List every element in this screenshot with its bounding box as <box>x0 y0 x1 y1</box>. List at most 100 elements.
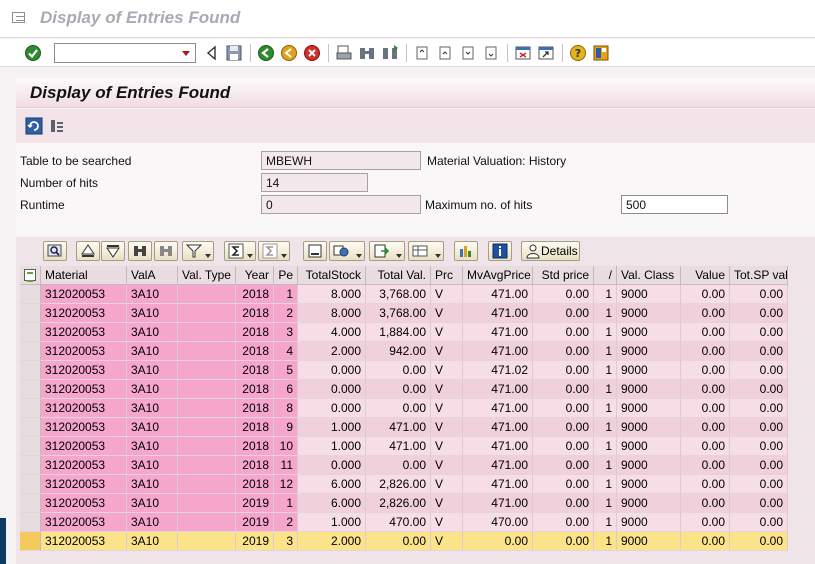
first-page-icon[interactable] <box>413 44 431 62</box>
sort-descending-button[interactable] <box>101 241 125 261</box>
column-header[interactable]: Tot.SP val <box>730 266 788 285</box>
table-cell: 1 <box>274 494 298 513</box>
graphic-button[interactable] <box>454 241 478 261</box>
filter-button[interactable] <box>182 241 214 261</box>
row-selector[interactable] <box>20 285 41 304</box>
table-cell: 471.00 <box>463 342 533 361</box>
filter-dropdown-icon[interactable] <box>205 254 211 258</box>
column-header[interactable]: Prc <box>431 266 463 285</box>
column-header[interactable]: Pe <box>274 266 298 285</box>
export-dropdown-icon[interactable] <box>396 254 402 258</box>
column-header[interactable]: Val. Type <box>178 266 236 285</box>
cancel-icon[interactable] <box>303 44 321 62</box>
table-cell: 0.00 <box>730 342 788 361</box>
person-icon <box>526 244 540 259</box>
enter-icon[interactable] <box>24 44 42 62</box>
settings-icon[interactable] <box>48 117 66 135</box>
find-next-button[interactable] <box>154 241 178 261</box>
previous-page-icon[interactable] <box>436 44 454 62</box>
column-header[interactable]: TotalStock <box>298 266 366 285</box>
row-selector[interactable] <box>20 342 41 361</box>
table-description: Material Valuation: History <box>427 154 567 168</box>
command-field[interactable] <box>54 43 196 63</box>
row-selector[interactable] <box>20 475 41 494</box>
column-header[interactable]: Total Val. <box>366 266 431 285</box>
table-cell <box>178 475 236 494</box>
details-button[interactable]: Details <box>521 241 580 261</box>
table-cell: 0.00 <box>533 323 594 342</box>
back-icon[interactable] <box>257 44 275 62</box>
page-title: Display of Entries Found <box>30 83 231 102</box>
total-dropdown-icon[interactable] <box>247 254 253 258</box>
layout-dropdown-icon[interactable] <box>435 254 441 258</box>
table-cell: 9000 <box>617 513 681 532</box>
column-header[interactable]: Year <box>236 266 274 285</box>
exit-icon[interactable] <box>280 44 298 62</box>
table-cell: 1 <box>274 285 298 304</box>
next-page-icon[interactable] <box>459 44 477 62</box>
refresh-icon[interactable] <box>25 117 43 135</box>
new-session-icon[interactable] <box>514 44 532 62</box>
column-header[interactable]: MvAvgPrice <box>463 266 533 285</box>
info-icon <box>492 243 508 259</box>
window-menu-icon[interactable] <box>12 12 25 23</box>
table-cell: 3 <box>274 323 298 342</box>
export-button[interactable] <box>369 241 405 261</box>
find-icon[interactable] <box>358 44 376 62</box>
subtotal-button[interactable] <box>258 241 290 261</box>
select-all-corner[interactable] <box>20 266 41 285</box>
row-selector[interactable] <box>20 399 41 418</box>
subtotal-dropdown-icon[interactable] <box>281 254 287 258</box>
command-dropdown-icon[interactable] <box>182 51 190 56</box>
table-cell: 0.00 <box>533 285 594 304</box>
last-page-icon[interactable] <box>482 44 500 62</box>
total-button[interactable] <box>224 241 256 261</box>
collapse-left-icon[interactable] <box>203 44 221 62</box>
row-selector[interactable] <box>20 304 41 323</box>
layout-button[interactable] <box>408 241 444 261</box>
row-selector[interactable] <box>20 361 41 380</box>
views-button[interactable] <box>329 241 365 261</box>
find-button[interactable] <box>128 241 152 261</box>
table-cell: 6.000 <box>298 475 366 494</box>
table-cell <box>178 456 236 475</box>
table-cell: V <box>431 437 463 456</box>
row-selector[interactable] <box>20 532 41 551</box>
row-selector[interactable] <box>20 494 41 513</box>
detail-view-button[interactable] <box>43 241 67 261</box>
save-icon[interactable] <box>225 44 243 62</box>
table-cell: 1 <box>594 475 617 494</box>
layout-menu-icon[interactable] <box>592 44 610 62</box>
info-button[interactable] <box>488 241 512 261</box>
table-cell: 3A10 <box>127 380 178 399</box>
find-next-icon[interactable] <box>381 44 399 62</box>
sort-descending-icon <box>106 245 120 258</box>
row-selector[interactable] <box>20 323 41 342</box>
table-cell: 8.000 <box>298 285 366 304</box>
column-header[interactable]: Std price <box>533 266 594 285</box>
max-hits-input[interactable]: 500 <box>621 195 728 214</box>
alv-toolbar: Details <box>16 237 815 265</box>
views-dropdown-icon[interactable] <box>356 254 362 258</box>
row-selector[interactable] <box>20 513 41 532</box>
print-icon[interactable] <box>335 44 353 62</box>
column-header[interactable]: Value <box>681 266 730 285</box>
print-preview-button[interactable] <box>303 241 327 261</box>
table-cell: 312020053 <box>41 285 127 304</box>
column-header[interactable]: ValA <box>127 266 178 285</box>
column-header[interactable]: Val. Class <box>617 266 681 285</box>
help-icon[interactable]: ? <box>569 44 587 62</box>
sort-ascending-button[interactable] <box>76 241 100 261</box>
row-selector[interactable] <box>20 380 41 399</box>
column-header[interactable]: Material <box>41 266 127 285</box>
table-cell: 3,768.00 <box>366 285 431 304</box>
row-selector[interactable] <box>20 456 41 475</box>
row-selector[interactable] <box>20 437 41 456</box>
command-input[interactable] <box>55 44 173 62</box>
table-cell: 312020053 <box>41 456 127 475</box>
row-selector[interactable] <box>20 418 41 437</box>
table-cell <box>178 323 236 342</box>
table-cell: 0.00 <box>533 513 594 532</box>
column-header[interactable]: / <box>594 266 617 285</box>
shortcut-icon[interactable] <box>537 44 555 62</box>
